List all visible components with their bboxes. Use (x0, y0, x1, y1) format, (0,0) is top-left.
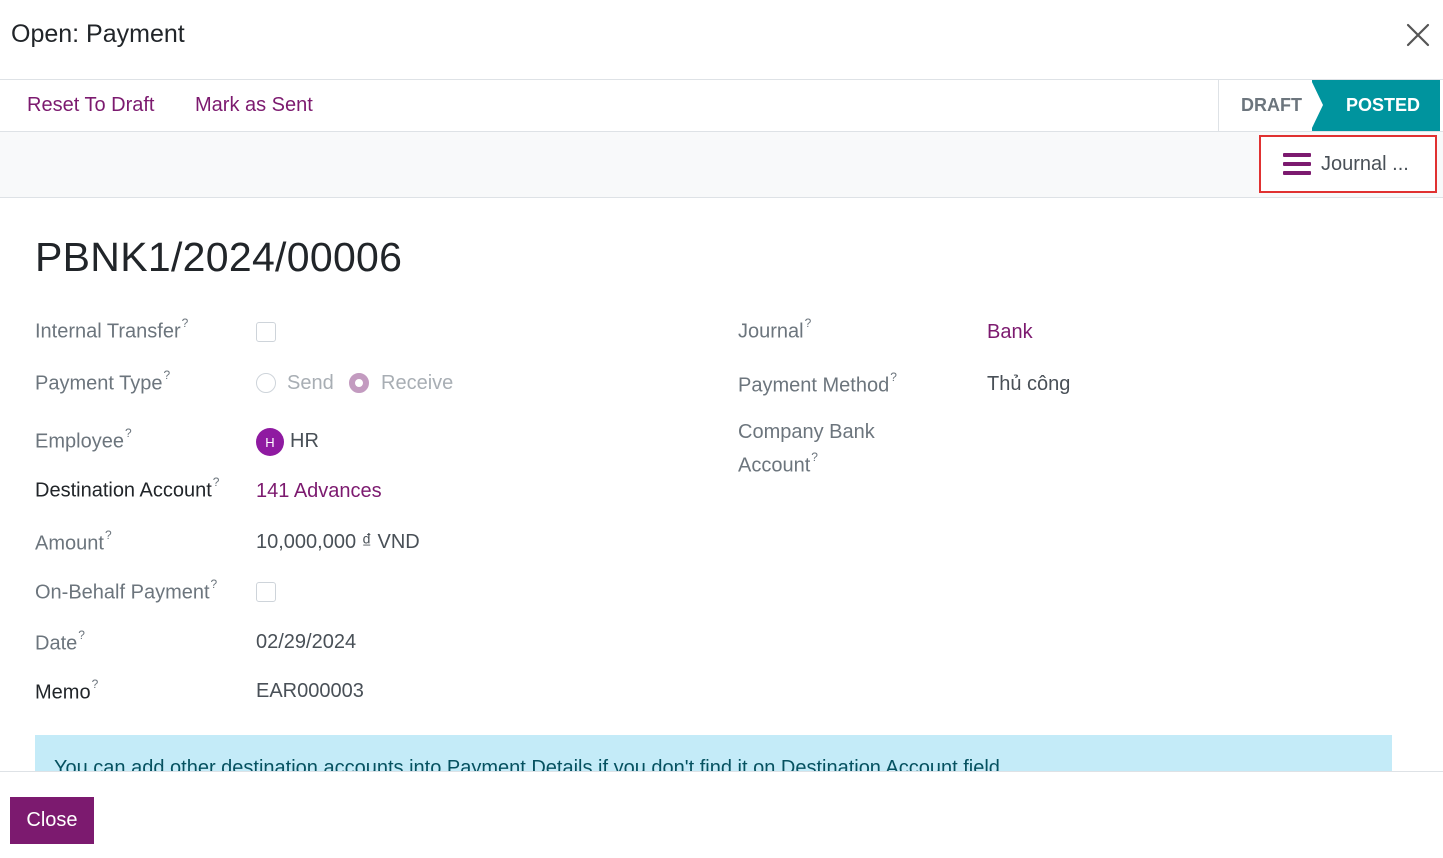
journal-link[interactable]: Bank (987, 321, 1033, 344)
journal-items-button[interactable]: Journal ... (1259, 135, 1437, 193)
date-label: Date? (35, 628, 85, 655)
info-alert: You can add other destination accounts i… (35, 735, 1392, 771)
payment-type-label: Payment Type? (35, 368, 171, 395)
employee-label: Employee? (35, 426, 132, 453)
statusbar: Reset To Draft Mark as Sent DRAFT POSTED (0, 80, 1443, 132)
amount-label: Amount? (35, 528, 112, 555)
stage-draft[interactable]: DRAFT (1218, 80, 1312, 131)
employee-value[interactable]: HR (290, 430, 319, 453)
journal-label: Journal? (738, 316, 812, 343)
company-bank-account-label-line1: Company Bank (738, 421, 875, 443)
destination-account-link[interactable]: 141 Advances (256, 480, 382, 503)
mark-as-sent-button[interactable]: Mark as Sent (195, 94, 313, 117)
company-bank-account-label-line2: Account? (738, 450, 818, 477)
payment-type-receive-radio[interactable] (349, 373, 369, 393)
destination-account-label: Destination Account? (35, 475, 220, 502)
on-behalf-payment-checkbox[interactable] (256, 582, 276, 602)
on-behalf-payment-label: On-Behalf Payment? (35, 577, 218, 604)
form-sheet: PBNK1/2024/00006 Internal Transfer? Paym… (0, 198, 1443, 771)
payment-method-value: Thủ công (987, 373, 1071, 395)
dialog-title: Open: Payment (11, 20, 185, 48)
amount-value: 10,000,000 ₫ VND (256, 531, 420, 553)
internal-transfer-label: Internal Transfer? (35, 316, 189, 343)
status-stages: DRAFT POSTED (1218, 80, 1443, 131)
payment-method-label: Payment Method? (738, 370, 897, 397)
close-icon[interactable] (1401, 18, 1435, 52)
stage-posted[interactable]: POSTED (1311, 80, 1440, 131)
dialog-header: Open: Payment (0, 0, 1443, 80)
stage-arrow (1311, 80, 1323, 130)
reset-to-draft-button[interactable]: Reset To Draft (27, 94, 154, 117)
button-box: Journal ... (0, 132, 1443, 198)
internal-transfer-checkbox[interactable] (256, 322, 276, 342)
memo-label: Memo? (35, 677, 99, 704)
payment-type-send-radio[interactable] (256, 373, 276, 393)
date-value: 02/29/2024 (256, 631, 357, 653)
payment-type-receive-label: Receive (381, 372, 454, 394)
journal-items-label: Journal ... (1321, 152, 1409, 175)
avatar: H (256, 428, 284, 456)
close-button[interactable]: Close (10, 797, 94, 844)
dialog-footer: Close (0, 771, 1443, 858)
record-title: PBNK1/2024/00006 (35, 234, 403, 280)
payment-type-send-label: Send (287, 372, 334, 394)
stage-posted-label: POSTED (1345, 95, 1420, 115)
bars-icon (1283, 153, 1311, 175)
memo-value: EAR000003 (256, 680, 364, 702)
